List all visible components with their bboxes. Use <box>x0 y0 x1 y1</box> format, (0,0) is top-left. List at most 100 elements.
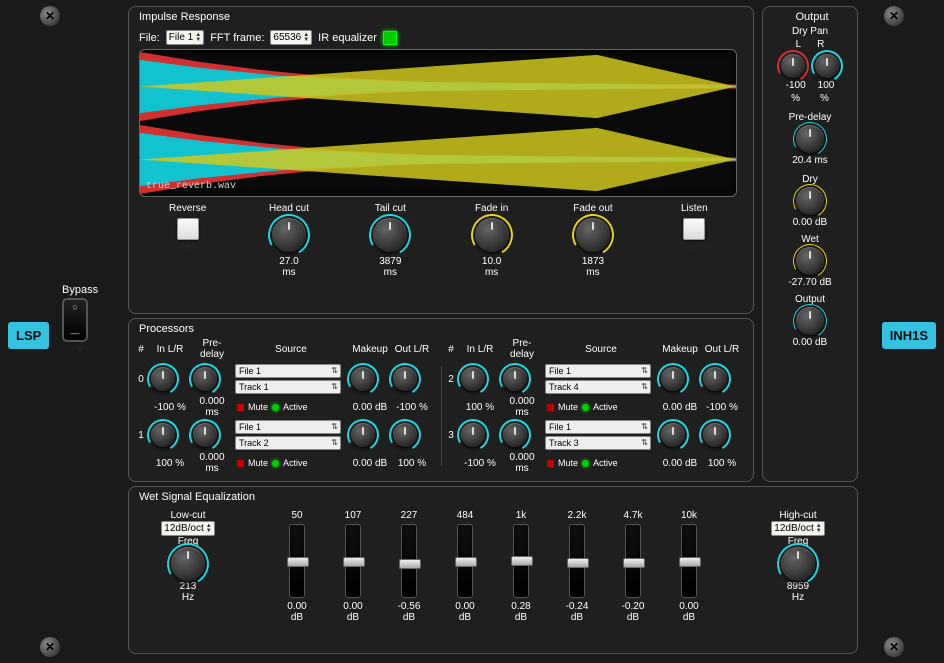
drypan-r-knob[interactable] <box>815 54 839 78</box>
ir-controls: Reverse Head cut 27.0 ms Tail cut 3879 m… <box>135 203 747 278</box>
proc-3-source-a[interactable]: File 1 <box>545 420 651 434</box>
proc-1-active-led[interactable] <box>272 460 279 467</box>
proc-2-out-knob[interactable] <box>703 367 727 391</box>
proc-2-active-led[interactable] <box>582 404 589 411</box>
eq-band-4-thumb[interactable] <box>511 556 533 566</box>
eq-band-1-thumb[interactable] <box>343 557 365 567</box>
proc-2-source-a[interactable]: File 1 <box>545 364 651 378</box>
tailcut-knob[interactable] <box>373 218 407 252</box>
eq-band-2-slider[interactable] <box>401 524 417 598</box>
eq-band-7-thumb[interactable] <box>679 557 701 567</box>
bypass-led <box>77 346 83 352</box>
headcut-knob[interactable] <box>272 218 306 252</box>
eq-band-0-val: 0.00 <box>287 601 306 612</box>
highcut-freq-knob[interactable] <box>781 547 815 581</box>
eq-band-5-thumb[interactable] <box>567 558 589 568</box>
highcut-label: High-cut <box>779 510 816 521</box>
highcut-slope-select[interactable]: 12dB/oct ▲▼ <box>771 521 824 536</box>
proc-0-source-b[interactable]: Track 1 <box>235 380 341 394</box>
proc-row-num: 2 <box>445 374 457 385</box>
eq-band-4-slider[interactable] <box>513 524 529 598</box>
eq-band-0-thumb[interactable] <box>287 557 309 567</box>
eq-band-6-slider[interactable] <box>625 524 641 598</box>
out-knob[interactable] <box>796 307 824 335</box>
dry-knob[interactable] <box>796 187 824 215</box>
bypass-group: Bypass <box>62 284 98 352</box>
proc-0-mute-led[interactable] <box>237 404 244 411</box>
proc-2-mk-knob[interactable] <box>661 367 685 391</box>
proc-1-mute-row: Mute Active <box>235 458 347 468</box>
bypass-switch[interactable] <box>62 298 88 342</box>
listen-button[interactable] <box>683 218 705 240</box>
proc-3-mute-led[interactable] <box>547 460 554 467</box>
eq-band-3-slider[interactable] <box>457 524 473 598</box>
eq-band-7: 10k 0.00 dB <box>663 510 715 623</box>
fadeout-knob[interactable] <box>576 218 610 252</box>
proc-3-pd-knob[interactable] <box>503 423 527 447</box>
proc-row-num: 3 <box>445 430 457 441</box>
proc-0-source-a[interactable]: File 1 <box>235 364 341 378</box>
eq-band-3-thumb[interactable] <box>455 557 477 567</box>
proc-0-active-led[interactable] <box>272 404 279 411</box>
proc-mute-label: Mute <box>248 402 268 412</box>
drypan-l-knob[interactable] <box>781 54 805 78</box>
proc-0-mk-val: 0.00 dB <box>351 402 389 413</box>
proc-0-mk-knob[interactable] <box>351 367 375 391</box>
ir-waveform[interactable]: true_reverb.wav <box>139 49 737 197</box>
proc-active-label: Active <box>283 458 308 468</box>
reverse-button[interactable] <box>177 218 199 240</box>
proc-2-in-knob[interactable] <box>461 367 485 391</box>
proc-1-mk-knob[interactable] <box>351 423 375 447</box>
proc-3-in-knob[interactable] <box>461 423 485 447</box>
proc-h-in: In L/R <box>151 344 189 355</box>
eq-band-6-thumb[interactable] <box>623 558 645 568</box>
proc-row-num: 1 <box>135 430 147 441</box>
panel-processors: Processors # In L/R Pre-delay Source Mak… <box>128 318 754 482</box>
ir-eq-led[interactable] <box>383 31 397 45</box>
proc-0-in-knob[interactable] <box>151 367 175 391</box>
proc-0-pd-knob[interactable] <box>193 367 217 391</box>
eq-band-7-slider[interactable] <box>681 524 697 598</box>
wet-knob[interactable] <box>796 247 824 275</box>
eq-band-1-slider[interactable] <box>345 524 361 598</box>
ir-fft-select[interactable]: 65536 ▲▼ <box>270 30 312 45</box>
proc-3-mk-knob[interactable] <box>661 423 685 447</box>
proc-h-num: # <box>445 344 457 355</box>
drypan-r-label: R <box>817 39 824 50</box>
predelay-knob[interactable] <box>796 125 824 153</box>
fadein-value: 10.0 <box>482 256 501 267</box>
eq-bands: 50 0.00 dB 107 0.00 dB 227 -0.56 dB 484 <box>271 510 715 623</box>
proc-3-source-b[interactable]: Track 3 <box>545 436 651 450</box>
drypan-l-label: L <box>796 39 802 50</box>
proc-1-out-knob[interactable] <box>393 423 417 447</box>
proc-1-pd-knob[interactable] <box>193 423 217 447</box>
lowcut-freq-knob[interactable] <box>171 547 205 581</box>
eq-band-4-unit: dB <box>515 612 527 623</box>
fadein-knob[interactable] <box>475 218 509 252</box>
eq-band-2-thumb[interactable] <box>399 559 421 569</box>
eq-band-0-slider[interactable] <box>289 524 305 598</box>
proc-1-source-a[interactable]: File 1 <box>235 420 341 434</box>
proc-3-mk-val: 0.00 dB <box>661 458 699 469</box>
eq-title: Wet Signal Equalization <box>135 491 851 503</box>
ir-filename: true_reverb.wav <box>146 181 236 192</box>
proc-2-pd-knob[interactable] <box>503 367 527 391</box>
lowcut-slope-select[interactable]: 12dB/oct ▲▼ <box>161 521 214 536</box>
ir-file-select[interactable]: File 1 ▲▼ <box>166 30 204 45</box>
eq-band-5-slider[interactable] <box>569 524 585 598</box>
proc-2-mute-led[interactable] <box>547 404 554 411</box>
output-title: Output <box>769 11 851 23</box>
proc-1-in-knob[interactable] <box>151 423 175 447</box>
proc-3-out-knob[interactable] <box>703 423 727 447</box>
proc-1-mute-led[interactable] <box>237 460 244 467</box>
proc-3-active-led[interactable] <box>582 460 589 467</box>
tailcut-label: Tail cut <box>375 203 406 214</box>
proc-h-in: In L/R <box>461 344 499 355</box>
eq-band-2-unit: dB <box>403 612 415 623</box>
proc-2-source-b[interactable]: Track 4 <box>545 380 651 394</box>
proc-0-out-knob[interactable] <box>393 367 417 391</box>
eq-band-2: 227 -0.56 dB <box>383 510 435 623</box>
proc-1-in-val: 100 % <box>151 458 189 469</box>
proc-1-source-b[interactable]: Track 2 <box>235 436 341 450</box>
proc-3-in-val: -100 % <box>461 458 499 469</box>
